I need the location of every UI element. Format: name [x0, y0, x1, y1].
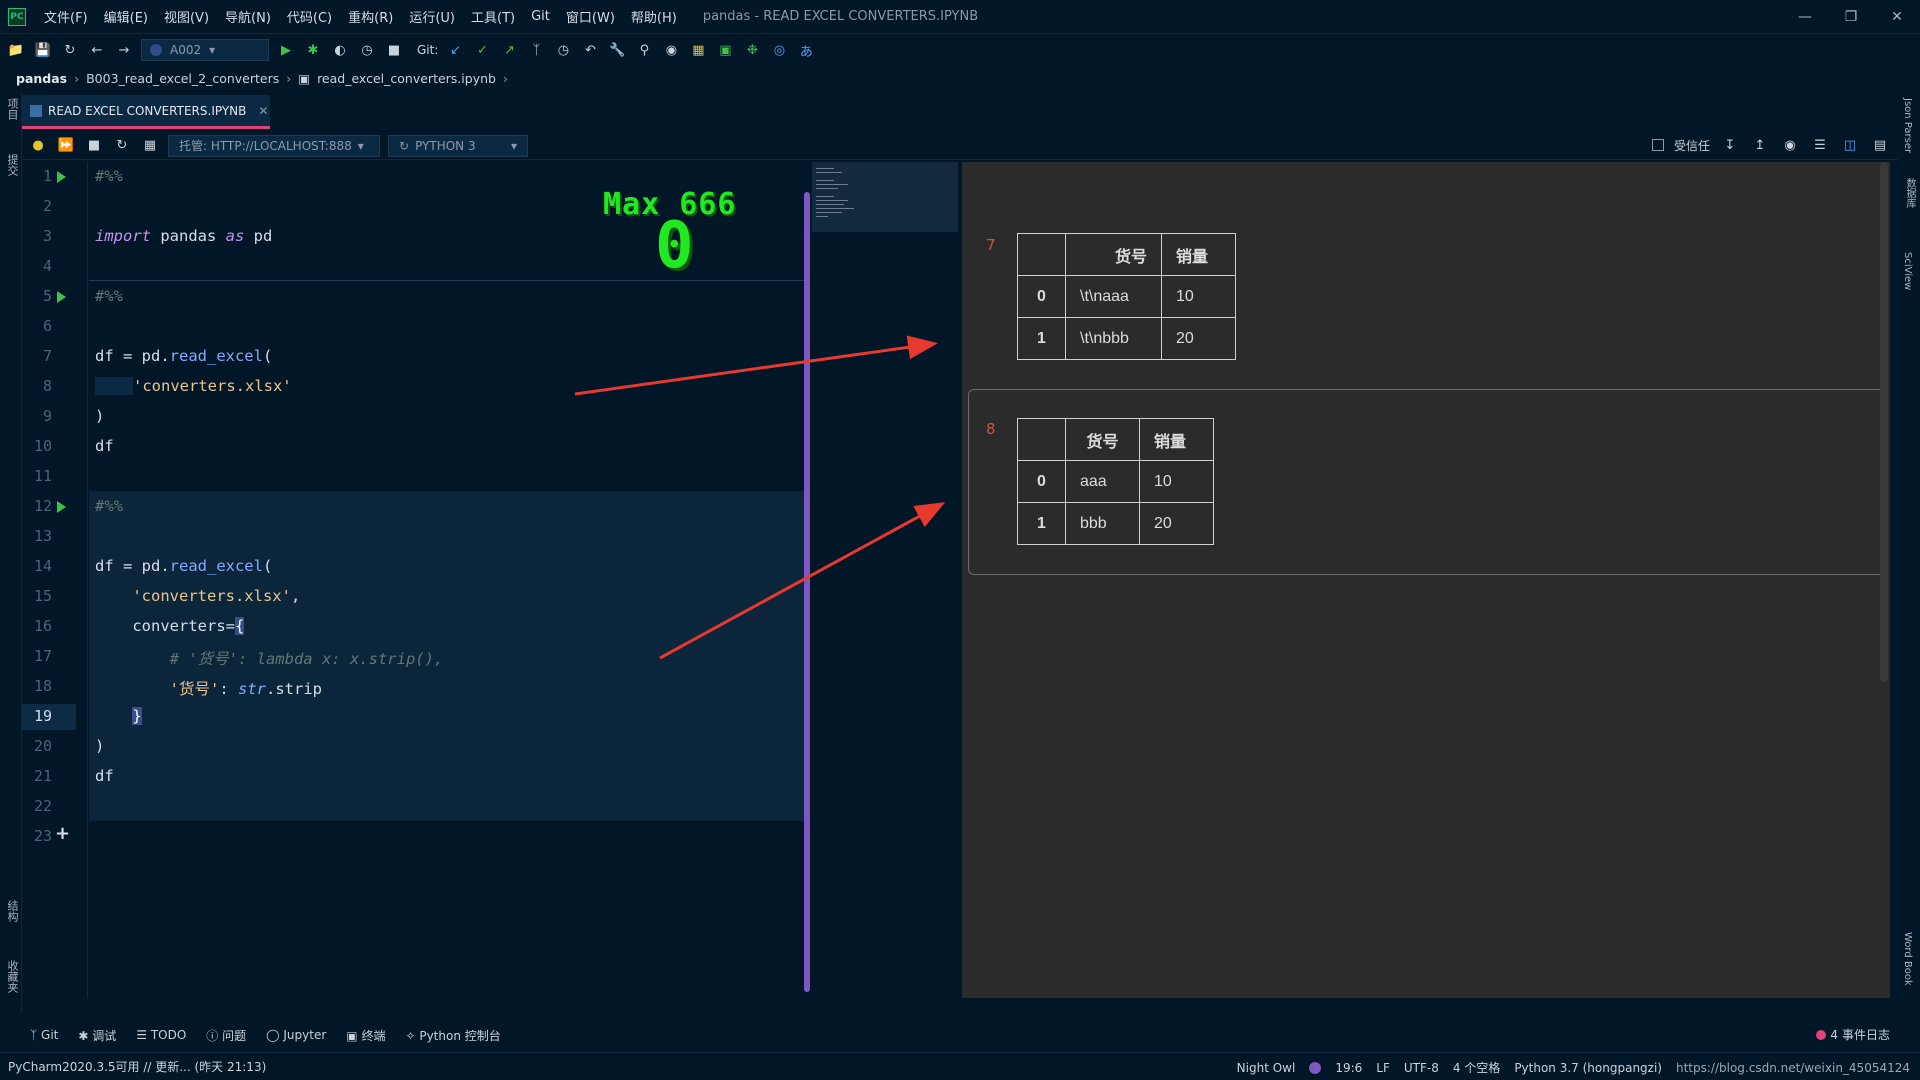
watermark-text: https://blog.csdn.net/weixin_45054124: [1675, 1060, 1910, 1075]
terminal-icon: ▣: [346, 1028, 362, 1043]
status-right: Night Owl 19:6 LF UTF-8 4 个空格 Python 3.7…: [1237, 1059, 1910, 1076]
python-console-tool-tab[interactable]: ✧ Python 控制台: [405, 1027, 500, 1044]
annotation-arrow-icon: [659, 502, 946, 660]
info-icon: ⓘ: [206, 1028, 223, 1043]
annotation-arrow-icon: [574, 335, 938, 396]
event-log-label: 事件日志: [1841, 1028, 1890, 1042]
theme-label[interactable]: Night Owl: [1237, 1061, 1296, 1075]
todo-tool-tab[interactable]: ☰ TODO: [136, 1028, 186, 1042]
jupyter-tool-tab[interactable]: ◯ Jupyter: [266, 1028, 326, 1042]
git-branch-icon: ᛉ: [30, 1028, 42, 1042]
caret-position[interactable]: 19:6: [1335, 1061, 1362, 1075]
python-interpreter[interactable]: Python 3.7 (hongpangzi): [1514, 1061, 1662, 1075]
theme-icon: [1309, 1061, 1322, 1074]
bottom-tool-bar: ᛉ Git ✱ 调试 ☰ TODO ⓘ 问题 ◯ Jupyter ▣ 终端 ✧ …: [22, 1024, 1898, 1046]
event-count-badge-icon: [1816, 1029, 1827, 1040]
indent-setting[interactable]: 4 个空格: [1453, 1059, 1500, 1076]
bug-icon: ✱: [78, 1028, 93, 1043]
terminal-tool-tab[interactable]: ▣ 终端: [346, 1027, 385, 1044]
ide-window: PC 文件(F) 编辑(E) 视图(V) 导航(N) 代码(C) 重构(R) 运…: [0, 0, 1920, 1080]
event-log-count: 4: [1830, 1027, 1838, 1042]
debug-tool-tab[interactable]: ✱ 调试: [78, 1027, 116, 1044]
event-log-tab[interactable]: 4 事件日志: [1816, 1026, 1890, 1043]
git-tool-tab[interactable]: ᛉ Git: [30, 1028, 58, 1042]
line-separator[interactable]: LF: [1376, 1061, 1390, 1075]
file-encoding[interactable]: UTF-8: [1404, 1061, 1439, 1075]
list-icon: ☰: [136, 1028, 151, 1042]
python-icon: ✧: [405, 1028, 420, 1043]
status-bar: PyCharm2020.3.5可用 // 更新... (昨天 21:13) Ni…: [0, 1052, 1920, 1080]
jupyter-icon: ◯: [266, 1028, 284, 1042]
update-notification[interactable]: PyCharm2020.3.5可用 // 更新... (昨天 21:13): [8, 1058, 266, 1075]
problems-tool-tab[interactable]: ⓘ 问题: [206, 1027, 246, 1044]
annotation-arrows: [574, 335, 946, 660]
